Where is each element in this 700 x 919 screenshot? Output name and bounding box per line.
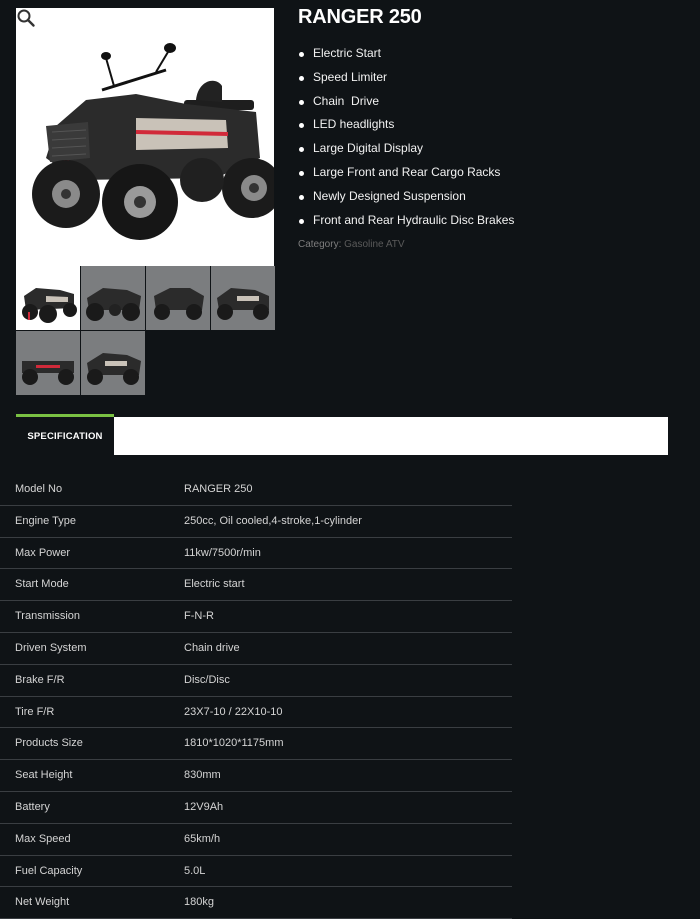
bullet-icon [299,99,304,105]
spec-value: 250cc, Oil cooled,4-stroke,1-cylinder [184,514,362,527]
thumbnail-2[interactable] [81,266,145,330]
product-main-image[interactable] [16,8,274,266]
feature-list: Electric Start Speed Limiter Chain Drive… [298,42,514,232]
table-row: Model No RANGER 250 [0,474,512,506]
feature-text: Chain Drive [313,93,380,108]
spec-value: Chain drive [184,641,240,654]
spec-label: Transmission [15,610,80,623]
table-row: Max Speed 65km/h [0,824,512,856]
table-row: Transmission F-N-R [0,601,512,633]
magnifier-icon[interactable] [16,8,36,28]
spec-value: 180kg [184,896,214,909]
table-row: Engine Type 250cc, Oil cooled,4-stroke,1-… [0,506,512,538]
product-category: Category: Gasoline ATV [298,239,405,250]
feature-item: Speed Limiter [298,66,514,90]
spec-value: RANGER 250 [184,483,253,495]
tab-specification[interactable]: SPECIFICATION [16,414,114,455]
spec-value: 830mm [184,769,221,782]
spec-label: Driven System [15,641,87,654]
thumbnail-1[interactable] [16,266,80,330]
feature-text: LED headlights [313,117,395,132]
feature-item: Front and Rear Hydraulic Disc Brakes [298,209,514,233]
atv-thumbnail-icon [22,361,74,385]
bullet-icon [299,52,304,57]
table-row: Products Size 1810*1020*1175mm [0,728,512,761]
thumbnail-5[interactable] [16,331,80,395]
bullet-icon [299,147,304,153]
feature-text: Speed Limiter [313,69,388,84]
feature-text: Large Front and Rear Cargo Racks [313,164,501,179]
spec-label: Start Mode [15,578,69,591]
feature-item: Chain Drive [298,90,514,114]
spec-label: Max Speed [15,832,71,845]
table-row: Fuel Capacity 5.0L [0,856,512,888]
feature-text: Front and Rear Hydraulic Disc Brakes [313,212,515,227]
spec-value: Disc/Disc [184,673,230,686]
spec-label: Engine Type [15,514,76,527]
feature-text: Electric Start [313,46,382,60]
spec-label: Model No [15,483,63,495]
feature-text: Newly Designed Suspension [313,188,466,203]
bullet-icon [299,170,304,176]
table-row: Net Weight 180kg [0,887,512,919]
spec-value: 65km/h [184,832,221,845]
table-row: Battery 12V9Ah [0,792,512,824]
atv-thumbnail-icon [217,288,269,320]
spec-value: 23X7-10 / 22X10-10 [184,705,283,718]
feature-item: LED headlights [298,113,514,137]
feature-text: Large Digital Display [313,141,424,156]
spec-label: Seat Height [15,769,73,782]
spec-label: Max Power [15,546,71,559]
spec-value: 12V9Ah [184,800,224,813]
product-tabs: SPECIFICATION [16,414,668,455]
feature-item: Large Front and Rear Cargo Racks [298,161,514,185]
atv-thumbnail-icon [154,288,204,320]
spec-label: Fuel Capacity [15,864,83,877]
spec-label: Brake F/R [15,673,65,686]
spec-value: 1810*1020*1175mm [184,737,284,750]
atv-thumbnail-icon [22,288,77,323]
spec-label: Products Size [15,737,83,750]
bullet-icon [299,218,304,224]
bullet-icon [299,194,304,200]
category-link[interactable]: Gasoline ATV [344,239,404,250]
feature-item: Newly Designed Suspension [298,185,514,209]
spec-value: 11kw/7500r/min [184,546,261,559]
table-row: Driven System Chain drive [0,633,512,665]
thumbnail-3[interactable] [146,266,210,330]
category-label: Category: [298,239,342,250]
thumbnail-4[interactable] [211,266,275,330]
table-row: Start Mode Electric start [0,569,512,602]
atv-thumbnail-icon [87,353,141,385]
spec-label: Tire F/R [15,705,55,718]
table-row: Brake F/R Disc/Disc [0,665,512,697]
table-row: Seat Height 830mm [0,760,512,792]
spec-value: 5.0L [184,864,206,877]
bullet-icon [299,75,304,81]
feature-item: Large Digital Display [298,137,514,161]
table-row: Max Power 11kw/7500r/min [0,538,512,570]
bullet-icon [299,123,304,129]
spec-value: Electric start [184,578,245,591]
specification-table: Model No RANGER 250 Engine Type 250cc, Oil … [0,474,512,919]
table-row: Tire F/R 23X7-10 / 22X10-10 [0,697,512,729]
product-title: RANGER 250 [298,6,422,28]
spec-value: F-N-R [184,610,214,623]
thumbnail-6[interactable] [81,331,145,395]
atv-thumbnail-icon [86,288,141,321]
spec-label: Battery [15,800,50,813]
feature-item: Electric Start [298,42,514,66]
spec-label: Net Weight [15,896,70,909]
atv-illustration [32,43,274,240]
